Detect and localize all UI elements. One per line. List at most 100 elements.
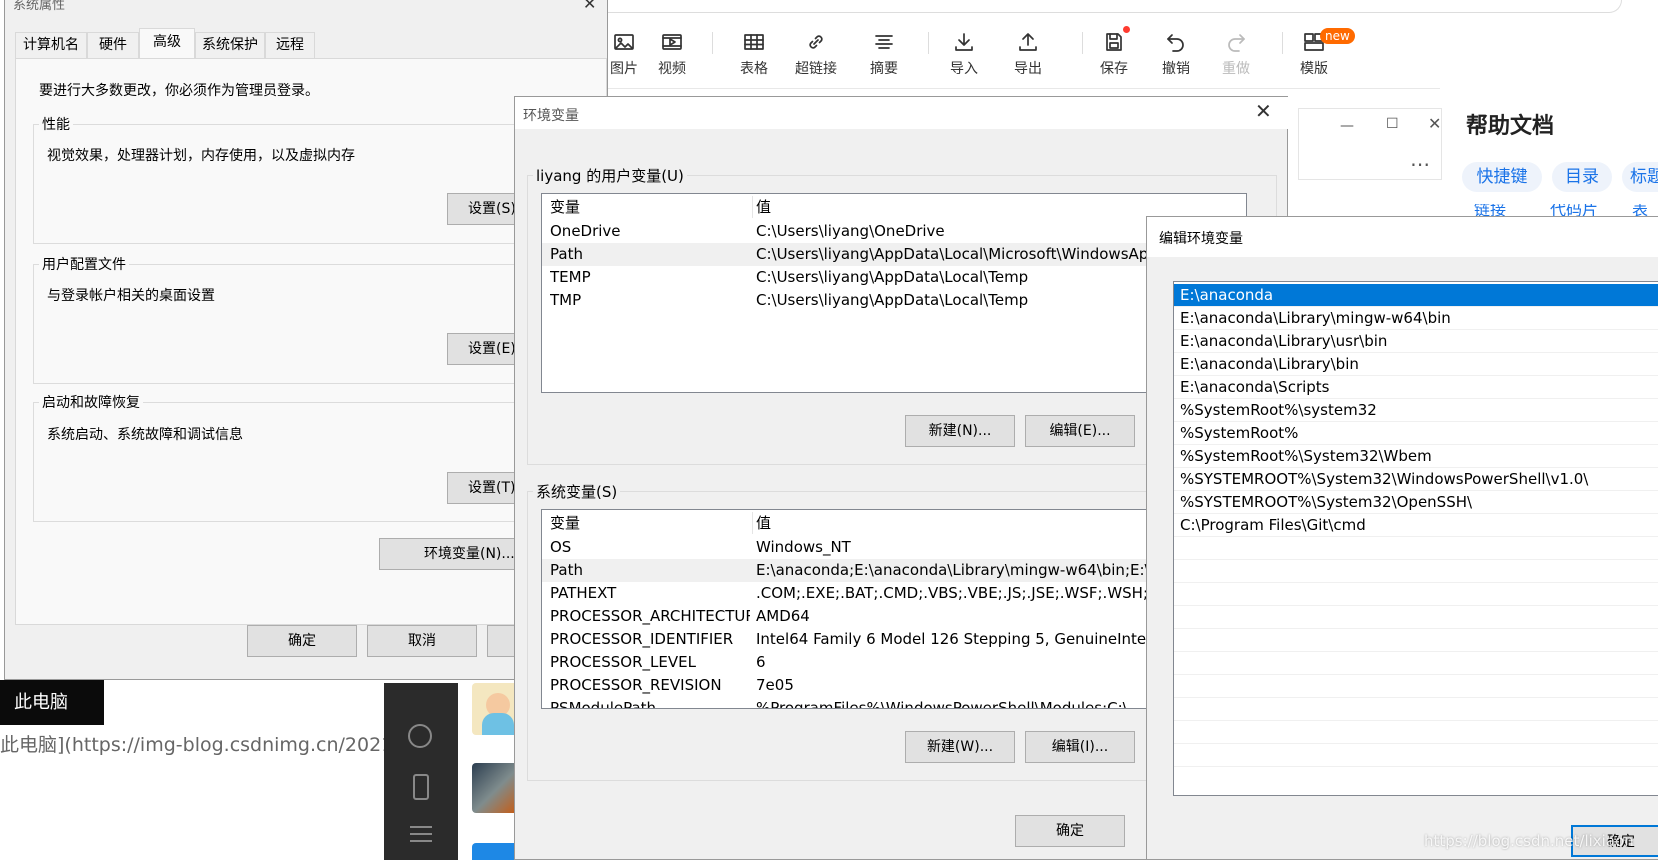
toolbar-label: 保存	[1100, 61, 1128, 77]
toolbar-save-button[interactable]: 保存	[1090, 26, 1138, 82]
toolbar-summary-button[interactable]: 摘要	[860, 26, 908, 82]
list-item[interactable]: E:\anaconda\Library\usr\bin	[1174, 330, 1658, 353]
list-item[interactable]: %SystemRoot%\System32\Wbem	[1174, 445, 1658, 468]
tab-3[interactable]: 系统保护	[195, 32, 265, 58]
toolbar-link-button[interactable]: 超链接	[792, 26, 840, 82]
toolbar-table-button[interactable]: 表格	[730, 26, 778, 82]
help-title: 帮助文档	[1466, 114, 1555, 139]
var-name: Path	[550, 245, 583, 263]
list-item[interactable]: %SystemRoot%\system32	[1174, 399, 1658, 422]
list-item[interactable]: C:\Program Files\Git\cmd	[1174, 514, 1658, 537]
system-properties-close-icon[interactable]: ✕	[583, 0, 596, 13]
phone-icon[interactable]	[413, 774, 429, 800]
list-item[interactable]	[1174, 583, 1658, 606]
watermark: https://blog.csdn.net/lixiaon	[1424, 832, 1634, 850]
toolbar-separator	[928, 32, 929, 54]
tab-0[interactable]: 计算机名	[15, 32, 87, 58]
header-divider	[752, 512, 753, 534]
var-name: PROCESSOR_ARCHITECTURE	[550, 607, 750, 625]
table-row[interactable]: TMP C:\Users\liyang\AppData\Local\Temp	[542, 289, 1246, 312]
env-ok-button[interactable]: 确定	[1015, 815, 1125, 847]
link-icon	[809, 35, 823, 49]
system-new-button[interactable]: 新建(W)...	[905, 731, 1015, 763]
export-icon	[1019, 33, 1037, 51]
toolbar-label: 导入	[950, 61, 978, 77]
table-row[interactable]: OneDrive C:\Users\liyang\OneDrive	[542, 220, 1246, 243]
sysprop-cancel-button[interactable]: 取消	[367, 625, 477, 657]
toolbar-separator	[712, 32, 713, 54]
toolbar-label: 撤销	[1162, 61, 1190, 77]
toolbar-label: 摘要	[870, 61, 898, 77]
list-item[interactable]: E:\anaconda\Library\mingw-w64\bin	[1174, 307, 1658, 330]
list-item[interactable]: %SYSTEMROOT%\System32\WindowsPowerShell\…	[1174, 468, 1658, 491]
import-icon	[955, 33, 973, 51]
performance-desc: 视觉效果，处理器计划，内存使用，以及虚拟内存	[47, 148, 355, 164]
menu-icon[interactable]	[410, 826, 432, 842]
more-icon[interactable]: ⋯	[1410, 152, 1432, 176]
list-item[interactable]: E:\anaconda\Scripts	[1174, 376, 1658, 399]
toolbar-import-button[interactable]: 导入	[940, 26, 988, 82]
header-var[interactable]: 变量	[550, 512, 750, 535]
tab-1[interactable]: 硬件	[87, 32, 139, 58]
table-row[interactable]: PROCESSOR_REVISION 7e05	[542, 674, 1246, 697]
share-icon[interactable]	[408, 724, 432, 748]
table-row[interactable]: PATHEXT .COM;.EXE;.BAT;.CMD;.VBS;.VBE;.JS…	[542, 582, 1246, 605]
toolbar-undo-button[interactable]: 撤销	[1152, 26, 1200, 82]
list-item[interactable]	[1174, 744, 1658, 767]
var-name: PROCESSOR_IDENTIFIER	[550, 630, 734, 648]
list-item[interactable]	[1174, 698, 1658, 721]
table-row[interactable]: TEMP C:\Users\liyang\AppData\Local\Temp	[542, 266, 1246, 289]
toolbar-redo-button[interactable]: 重做	[1212, 26, 1260, 82]
edit-environment-variable-dialog: 编辑环境变量 E:\anaconda E:\anaconda\Library\mi…	[1146, 216, 1658, 860]
system-properties-tabs: 计算机名 硬件 高级 系统保护 远程	[15, 28, 615, 58]
help-chip-heading[interactable]: 标题	[1622, 162, 1658, 192]
toolbar-video-button[interactable]: 视频	[648, 26, 696, 82]
user-new-button[interactable]: 新建(N)...	[905, 415, 1015, 447]
table-row[interactable]: PROCESSOR_ARCHITECTURE AMD64	[542, 605, 1246, 628]
startup-title: 启动和故障恢复	[39, 392, 143, 412]
env-dialog-titlebar	[515, 97, 1289, 129]
tab-4[interactable]: 远程	[265, 32, 315, 58]
header-divider	[752, 196, 753, 218]
bg-window-maximize-icon[interactable]: ☐	[1386, 116, 1399, 132]
list-item[interactable]	[1174, 606, 1658, 629]
list-item[interactable]: %SystemRoot%	[1174, 422, 1658, 445]
table-row[interactable]: Path C:\Users\liyang\AppData\Local\Micros…	[542, 243, 1246, 266]
list-item[interactable]	[1174, 560, 1658, 583]
list-item[interactable]	[1174, 537, 1658, 560]
undo-icon	[1167, 34, 1184, 52]
var-name: TMP	[550, 291, 582, 309]
system-vars-list[interactable]: 变量值 OS Windows_NT Path E:\anaconda;E:\anacon…	[541, 509, 1247, 709]
bg-window-close-icon[interactable]: ✕	[1428, 114, 1441, 133]
help-chip-shortcuts[interactable]: 快捷键	[1462, 162, 1542, 192]
header-var[interactable]: 变量	[550, 196, 750, 219]
table-row[interactable]: Path E:\anaconda;E:\anaconda\Library\ming…	[542, 559, 1246, 582]
table-row[interactable]: PSModulePath %ProgramFiles%\WindowsPowerS…	[542, 697, 1246, 708]
list-item[interactable]	[1174, 721, 1658, 744]
editor-title-input[interactable]	[580, 0, 1622, 13]
tab-2[interactable]: 高级	[139, 28, 195, 58]
path-entries-list[interactable]: E:\anaconda E:\anaconda\Library\mingw-w64…	[1173, 281, 1658, 796]
sidebar-this-pc[interactable]: 此电脑	[0, 680, 104, 725]
user-edit-button[interactable]: 编辑(E)...	[1025, 415, 1135, 447]
startup-desc: 系统启动、系统故障和调试信息	[47, 427, 243, 443]
table-row[interactable]: PROCESSOR_IDENTIFIER Intel64 Family 6 Mod…	[542, 628, 1246, 651]
list-item[interactable]: E:\anaconda\Library\bin	[1174, 353, 1658, 376]
user-vars-list[interactable]: 变量值 OneDrive C:\Users\liyang\OneDrive Path C…	[541, 193, 1247, 393]
toolbar-template-button[interactable]: 模版 new	[1290, 26, 1355, 82]
bg-window-minimize-icon[interactable]: —	[1340, 118, 1354, 134]
system-edit-button[interactable]: 编辑(I)...	[1025, 731, 1135, 763]
list-item[interactable]: %SYSTEMROOT%\System32\OpenSSH\	[1174, 491, 1658, 514]
env-dialog-close-icon[interactable]: ✕	[1255, 99, 1272, 123]
var-name: OneDrive	[550, 222, 621, 240]
list-item[interactable]	[1174, 629, 1658, 652]
toolbar-export-button[interactable]: 导出	[1004, 26, 1052, 82]
video-icon	[662, 34, 682, 50]
list-item[interactable]	[1174, 675, 1658, 698]
table-row[interactable]: OS Windows_NT	[542, 536, 1246, 559]
sysprop-ok-button[interactable]: 确定	[247, 625, 357, 657]
help-chip-toc[interactable]: 目录	[1552, 162, 1612, 192]
list-item[interactable]	[1174, 652, 1658, 675]
list-item[interactable]: E:\anaconda	[1174, 284, 1658, 307]
table-row[interactable]: PROCESSOR_LEVEL 6	[542, 651, 1246, 674]
